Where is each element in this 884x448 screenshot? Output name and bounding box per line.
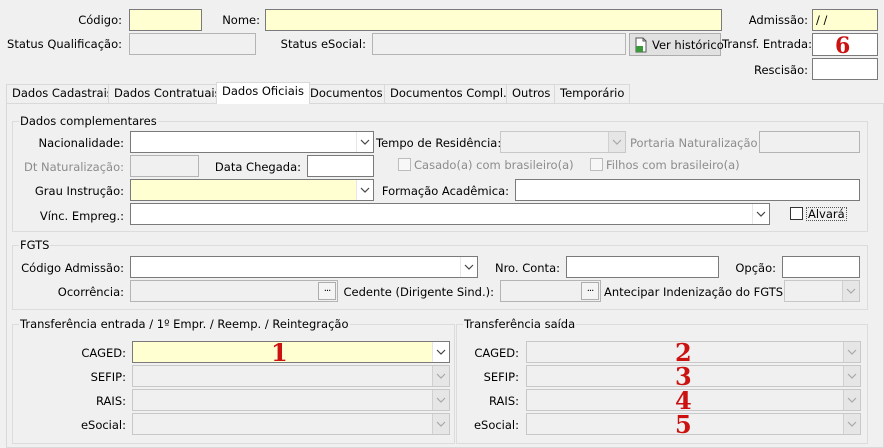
grau-instrucao-label: Grau Instrução: xyxy=(34,184,124,198)
opcao-label: Opção: xyxy=(735,261,776,275)
entrada-esocial-label: eSocial: xyxy=(80,418,126,432)
chevron-down-icon xyxy=(752,204,769,224)
admissao-input[interactable]: / / xyxy=(812,9,878,31)
saida-caged-label: CAGED: xyxy=(474,346,519,360)
codigo-admissao-label: Código Admissão: xyxy=(21,261,124,275)
opcao-input[interactable] xyxy=(782,256,860,278)
status-qualificacao-label: Status Qualificação: xyxy=(7,37,122,51)
formacao-academica-input[interactable] xyxy=(515,179,860,201)
group-title-transferencia-saida: Transferência saída xyxy=(463,317,577,331)
transf-entrada-input[interactable]: 6 xyxy=(812,33,878,56)
entrada-rais-select xyxy=(132,389,450,411)
chevron-down-icon xyxy=(432,390,449,410)
rescisao-label: Rescisão: xyxy=(753,63,808,77)
ver-historico-label: Ver histórico xyxy=(652,37,724,52)
tab-outros[interactable]: Outros xyxy=(506,84,557,103)
chevron-down-icon xyxy=(608,132,625,152)
entrada-sefip-select xyxy=(132,365,450,387)
marker-6: 6 xyxy=(835,33,851,56)
antecipar-indenizacao-select xyxy=(784,280,860,302)
chevron-down-icon xyxy=(356,180,373,200)
chevron-down-icon xyxy=(460,257,477,277)
data-chegada-label: Data Chegada: xyxy=(214,160,301,174)
chevron-down-icon xyxy=(843,414,860,434)
chevron-down-icon xyxy=(432,342,449,362)
vinc-empreg-label: Vínc. Empreg.: xyxy=(39,209,124,223)
status-qualificacao-field xyxy=(129,33,256,55)
formacao-academica-label: Formação Acadêmica: xyxy=(381,184,509,198)
saida-rais-label: RAIS: xyxy=(489,394,519,408)
ocorrencia-input: ... xyxy=(130,280,338,302)
ocorrencia-label: Ocorrência: xyxy=(57,285,124,299)
saida-rais-select: 4 xyxy=(526,389,861,413)
nacionalidade-label: Nacionalidade: xyxy=(38,136,124,150)
tab-dados-cadastrais[interactable]: Dados Cadastrais xyxy=(6,84,119,103)
saida-esocial-label: eSocial: xyxy=(473,418,519,432)
tab-documentos-compl[interactable]: Documentos Compl. xyxy=(384,84,513,103)
saida-caged-select: 2 xyxy=(526,341,861,365)
entrada-rais-label: RAIS: xyxy=(96,394,126,408)
dt-naturalizacao-input xyxy=(130,155,199,177)
codigo-admissao-select[interactable] xyxy=(130,256,478,278)
marker-5: 5 xyxy=(675,410,692,439)
entrada-esocial-select xyxy=(132,413,450,435)
tab-documentos[interactable]: Documentos xyxy=(304,84,389,103)
alvara-label: Alvará xyxy=(806,207,847,221)
document-icon xyxy=(634,37,648,53)
saida-sefip-label: SEFIP: xyxy=(483,370,519,384)
ellipsis-button[interactable]: ... xyxy=(318,282,336,300)
codigo-label: Código: xyxy=(78,13,122,27)
tab-dados-contratuais[interactable]: Dados Contratuais xyxy=(108,84,227,103)
nacionalidade-select[interactable] xyxy=(130,131,374,153)
portaria-naturalizacao-input xyxy=(759,131,860,153)
status-esocial-label: Status eSocial: xyxy=(280,37,366,51)
group-title-transferencia-entrada: Transferência entrada / 1º Empr. / Reemp… xyxy=(19,317,350,331)
entrada-caged-select[interactable]: 1 xyxy=(132,338,450,367)
saida-sefip-select: 3 xyxy=(526,365,861,389)
rescisao-input[interactable] xyxy=(812,58,878,80)
entrada-sefip-label: SEFIP: xyxy=(90,370,126,384)
chevron-down-icon xyxy=(843,342,860,362)
antecipar-indenizacao-label: Antecipar Indenização do FGTS: xyxy=(604,285,787,299)
ellipsis-button[interactable]: ... xyxy=(581,282,599,300)
entrada-caged-label: CAGED: xyxy=(81,346,126,360)
chevron-down-icon xyxy=(843,390,860,410)
group-title-fgts: FGTS xyxy=(19,238,51,252)
ver-historico-button[interactable]: Ver histórico xyxy=(629,33,724,56)
cedente-input: ... xyxy=(500,280,601,302)
tab-temporario[interactable]: Temporário xyxy=(554,84,631,103)
cedente-label: Cedente (Dirigente Sind.): xyxy=(343,285,494,299)
nro-conta-input[interactable] xyxy=(566,256,719,278)
vinc-empreg-select[interactable] xyxy=(130,203,770,225)
casado-checkbox xyxy=(398,158,411,171)
chevron-down-icon xyxy=(843,366,860,386)
codigo-input[interactable] xyxy=(129,9,202,31)
saida-esocial-select: 5 xyxy=(526,410,861,439)
chevron-down-icon xyxy=(432,414,449,434)
filhos-label: Filhos com brasileiro(a) xyxy=(606,158,740,172)
alvara-checkbox[interactable] xyxy=(790,207,803,220)
dt-naturalizacao-label: Dt Naturalização: xyxy=(24,160,124,174)
nome-label: Nome: xyxy=(222,13,260,27)
tempo-residencia-select xyxy=(500,131,626,153)
tempo-residencia-label: Tempo de Residência: xyxy=(376,136,502,150)
nome-input[interactable] xyxy=(265,9,722,31)
tab-dados-oficiais[interactable]: Dados Oficiais xyxy=(216,82,310,104)
marker-1: 1 xyxy=(271,338,288,367)
portaria-naturalizacao-label: Portaria Naturalização: xyxy=(630,136,762,150)
group-title-dados-complementares: Dados complementares xyxy=(19,114,158,128)
admissao-label: Admissão: xyxy=(748,13,808,27)
chevron-down-icon xyxy=(356,132,373,152)
transf-entrada-label: Transf. Entrada: xyxy=(722,37,812,51)
chevron-down-icon xyxy=(842,281,859,301)
casado-label: Casado(a) com brasileiro(a) xyxy=(414,158,574,172)
data-chegada-input[interactable] xyxy=(307,155,374,177)
nro-conta-label: Nro. Conta: xyxy=(494,261,560,275)
filhos-checkbox xyxy=(590,158,603,171)
chevron-down-icon xyxy=(432,366,449,386)
status-esocial-field xyxy=(372,33,626,55)
grau-instrucao-select[interactable] xyxy=(130,179,374,201)
